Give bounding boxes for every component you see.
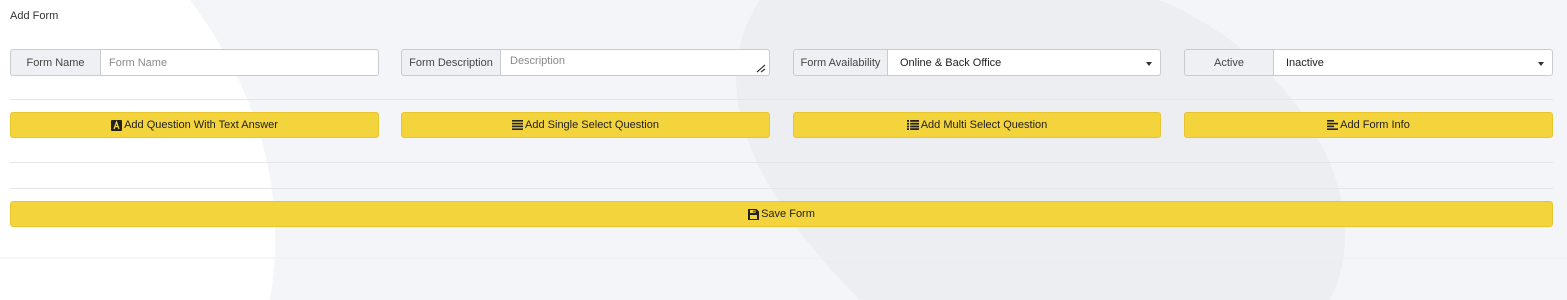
active-select[interactable]: Inactive	[1273, 49, 1553, 76]
add-multi-select-label: Add Multi Select Question	[920, 119, 1048, 131]
background-decoration	[0, 0, 1567, 300]
form-availability-select[interactable]: Online & Back Office	[887, 49, 1161, 76]
divider	[10, 162, 1553, 163]
add-text-question-button[interactable]: Add Question With Text Answer	[10, 112, 379, 138]
form-availability-value: Online & Back Office	[900, 56, 1002, 69]
add-single-select-button[interactable]: Add Single Select Question	[401, 112, 770, 138]
resize-handle-icon[interactable]	[756, 64, 767, 73]
font-a-icon	[111, 119, 123, 131]
align-left-icon	[1327, 120, 1339, 130]
add-form-info-button[interactable]: Add Form Info	[1184, 112, 1553, 138]
chevron-down-icon	[1146, 62, 1152, 66]
form-availability-group: Form Availability Online & Back Office	[793, 49, 1161, 76]
add-text-question-label: Add Question With Text Answer	[124, 119, 278, 131]
divider	[10, 188, 1553, 189]
form-description-textarea[interactable]	[501, 50, 769, 75]
form-description-group: Form Description	[401, 49, 770, 76]
form-description-label: Form Description	[401, 49, 500, 76]
divider	[10, 99, 1553, 100]
form-availability-label: Form Availability	[793, 49, 887, 76]
form-name-control	[100, 49, 379, 76]
save-form-button[interactable]: Save Form	[10, 201, 1553, 227]
page-title: Add Form	[10, 10, 59, 22]
active-group: Active Inactive	[1184, 49, 1553, 76]
chevron-down-icon	[1538, 62, 1544, 66]
add-form-info-label: Add Form Info	[1340, 119, 1410, 131]
form-name-group: Form Name	[10, 49, 379, 76]
list-lines-icon	[512, 120, 524, 130]
form-name-input[interactable]	[101, 50, 378, 75]
add-single-select-label: Add Single Select Question	[525, 119, 659, 131]
floppy-disk-icon	[748, 208, 760, 220]
form-name-label: Form Name	[10, 49, 100, 76]
active-value: Inactive	[1286, 56, 1324, 69]
save-form-label: Save Form	[761, 208, 815, 220]
active-label: Active	[1184, 49, 1273, 76]
add-multi-select-button[interactable]: Add Multi Select Question	[793, 112, 1161, 138]
bulleted-list-icon	[906, 120, 919, 130]
form-description-control	[500, 49, 770, 76]
